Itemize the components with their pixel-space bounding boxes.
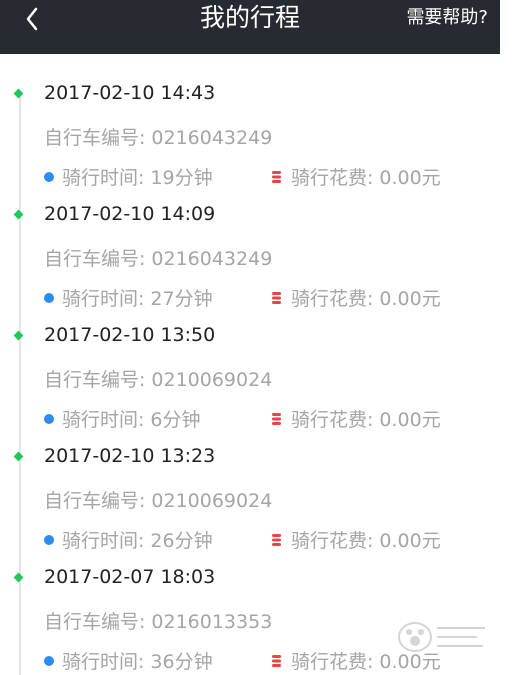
coin-stack-icon [272, 654, 281, 667]
bike-number-value: 0216043249 [151, 127, 273, 149]
timeline-dot [13, 572, 24, 583]
clock-icon [44, 655, 54, 666]
bike-number-value: 0210069024 [151, 369, 273, 391]
trip-list[interactable]: 2017-02-10 14:43 自行车编号: 0216043249 骑行时间: 1… [0, 54, 500, 675]
duration-label: 骑行时间: [62, 651, 145, 673]
trip-item[interactable]: 2017-02-10 13:50 自行车编号: 0210069024 骑行时间: 6… [0, 296, 500, 431]
trip-bike-number: 自行车编号: 0216043249 [44, 244, 272, 271]
trip-item[interactable]: 2017-02-10 14:09 自行车编号: 0216043249 骑行时间: 2… [0, 175, 500, 310]
trip-bike-number: 自行车编号: 0210069024 [44, 486, 272, 513]
timeline-dot [13, 88, 24, 99]
timeline-dot [13, 209, 24, 220]
trip-item[interactable]: 2017-02-10 13:23 自行车编号: 0210069024 骑行时间: 2… [0, 417, 500, 552]
right-edge [500, 0, 513, 675]
back-button[interactable] [18, 4, 54, 48]
trip-history-screen: 我的行程 需要帮助? 2017-02-10 14:43 自行车编号: 021604… [0, 0, 513, 675]
bike-number-label: 自行车编号: [44, 490, 146, 512]
timeline-dot [13, 451, 24, 462]
page-title: 我的行程 [199, 3, 300, 32]
cost-label: 骑行花费: [291, 651, 374, 673]
trip-duration: 骑行时间: 36分钟 [44, 647, 213, 674]
trip-bike-number: 自行车编号: 0210069024 [44, 365, 272, 392]
trip-datetime: 2017-02-10 14:09 [44, 203, 216, 225]
help-button[interactable]: 需要帮助? [406, 0, 488, 36]
bike-number-value: 0216043249 [151, 248, 273, 270]
trip-datetime: 2017-02-07 18:03 [44, 566, 216, 588]
trip-datetime: 2017-02-10 13:23 [44, 445, 216, 467]
chevron-left-icon [26, 7, 38, 31]
timeline-dot [13, 330, 24, 341]
trip-item[interactable]: 2017-02-10 14:43 自行车编号: 0216043249 骑行时间: 1… [0, 54, 500, 189]
nav-bar: 我的行程 需要帮助? [0, 0, 500, 54]
trip-bike-number: 自行车编号: 0216013353 [44, 607, 272, 634]
bike-number-label: 自行车编号: [44, 611, 146, 633]
duration-value: 36分钟 [150, 651, 213, 673]
trip-datetime: 2017-02-10 14:43 [44, 82, 216, 104]
bike-number-label: 自行车编号: [44, 127, 146, 149]
watermark-logo [398, 622, 485, 652]
bike-number-label: 自行车编号: [44, 369, 146, 391]
trip-bike-number: 自行车编号: 0216043249 [44, 123, 272, 150]
trip-datetime: 2017-02-10 13:50 [44, 324, 216, 346]
bike-number-label: 自行车编号: [44, 248, 146, 270]
bike-number-value: 0210069024 [151, 490, 273, 512]
bike-number-value: 0216013353 [151, 611, 273, 633]
